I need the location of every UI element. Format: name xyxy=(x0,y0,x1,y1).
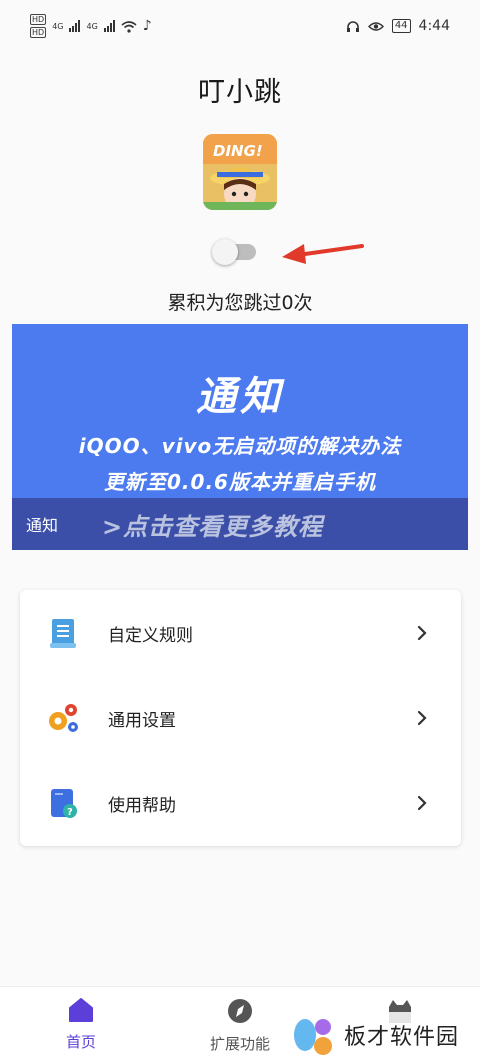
notice-title: 通知 xyxy=(196,374,284,420)
svg-text:?: ? xyxy=(67,807,73,818)
signal-icon-1 xyxy=(69,20,81,32)
chevron-right-icon xyxy=(417,710,427,726)
chevron-right-icon xyxy=(417,795,427,811)
menu-item-general-settings[interactable]: 通用设置 xyxy=(20,688,461,748)
watermark-text: 板才软件园 xyxy=(344,1025,460,1050)
toggle-knob xyxy=(212,239,238,265)
headphones-icon xyxy=(346,20,359,32)
more-tutorials-link[interactable]: >点击查看更多教程 xyxy=(102,507,323,542)
skip-count-text: 累积为您跳过0次 xyxy=(167,292,313,314)
chevron-right-icon xyxy=(417,625,427,641)
signal-icon-2 xyxy=(103,20,115,32)
gears-icon xyxy=(46,701,80,735)
menu-item-label: 使用帮助 xyxy=(108,795,176,816)
menu-item-custom-rules[interactable]: 自定义规则 xyxy=(20,603,461,663)
menu-item-help[interactable]: ? 使用帮助 xyxy=(20,773,461,833)
hd-badge-1: HD xyxy=(30,14,47,25)
help-book-icon: ? xyxy=(46,786,80,820)
notice-footer[interactable]: 通知 >点击查看更多教程 xyxy=(12,498,468,550)
menu-item-label: 自定义规则 xyxy=(108,625,193,646)
wifi-icon xyxy=(121,20,137,33)
notice-banner[interactable]: 通知 iQOO、vivo无启动项的解决办法 更新至0.0.6版本并重启手机 通知… xyxy=(12,324,468,550)
document-list-icon xyxy=(46,616,80,650)
logo-text: DING! xyxy=(213,142,263,160)
skip-toggle[interactable] xyxy=(212,238,258,265)
status-left: HD HD 4G 4G ♪ xyxy=(30,14,152,38)
nav-label-extensions: 扩展功能 xyxy=(209,1035,270,1053)
settings-menu: 自定义规则 通用设置 ? 使用帮助 xyxy=(20,590,461,846)
app-logo: DING! xyxy=(203,134,277,210)
notice-line-1: iQOO、vivo无启动项的解决办法 xyxy=(78,434,402,458)
hd-badge-2: HD xyxy=(30,27,47,38)
nav-label-home: 首页 xyxy=(65,1033,96,1051)
status-time: 4:44 xyxy=(418,18,450,34)
status-bar: HD HD 4G 4G ♪ 44 4:44 xyxy=(0,0,480,52)
battery-icon: 44 xyxy=(391,19,411,33)
page-title: 叮小跳 xyxy=(198,77,282,108)
compass-icon xyxy=(228,999,252,1023)
network-type-1: 4G xyxy=(52,21,64,31)
home-icon xyxy=(69,998,93,1022)
arrow-annotation-icon xyxy=(282,244,364,264)
eye-icon xyxy=(367,21,384,31)
watermark: 板才软件园 xyxy=(290,1012,470,1058)
notice-line-2: 更新至0.0.6版本并重启手机 xyxy=(104,470,376,494)
notice-label: 通知 xyxy=(26,516,59,535)
music-note-icon: ♪ xyxy=(142,18,152,34)
nav-tab-home[interactable]: 首页 xyxy=(36,997,126,1052)
network-type-2: 4G xyxy=(86,21,98,31)
nav-tab-extensions[interactable]: 扩展功能 xyxy=(195,997,285,1054)
watermark-logo-icon xyxy=(294,1019,332,1055)
menu-item-label: 通用设置 xyxy=(108,710,176,731)
status-right: 44 4:44 xyxy=(346,18,450,34)
